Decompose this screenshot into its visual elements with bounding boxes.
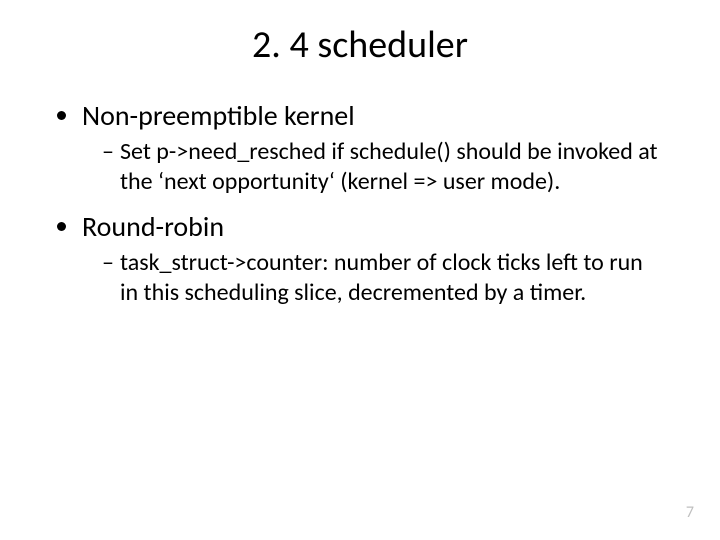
bullet-list: Non-preemptible kernel Set p->need_resch…	[54, 98, 666, 308]
bullet-label: Non-preemptible kernel	[82, 98, 355, 133]
sub-item: task_struct->counter: number of clock ti…	[102, 248, 666, 308]
bullet-label: Round-robin	[82, 209, 224, 244]
sub-item: Set p->need_resched if schedule() should…	[102, 137, 666, 197]
sub-list: Set p->need_resched if schedule() should…	[82, 137, 666, 197]
page-number: 7	[686, 503, 694, 522]
slide: 2. 4 scheduler Non-preemptible kernel Se…	[0, 0, 720, 540]
bullet-item: Round-robin task_struct->counter: number…	[82, 209, 666, 308]
bullet-item: Non-preemptible kernel Set p->need_resch…	[82, 98, 666, 197]
sub-list: task_struct->counter: number of clock ti…	[82, 248, 666, 308]
slide-title: 2. 4 scheduler	[54, 22, 666, 68]
